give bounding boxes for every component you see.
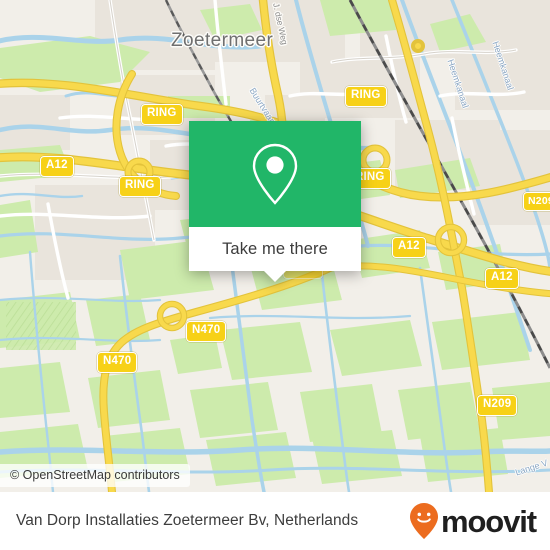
road-shield-ring: RING xyxy=(345,86,387,107)
moovit-logo[interactable]: moovit xyxy=(409,502,537,540)
moovit-smiley-pin-icon xyxy=(409,503,438,539)
map-attribution[interactable]: © OpenStreetMap contributors xyxy=(0,464,190,487)
take-me-there-label: Take me there xyxy=(222,239,328,258)
road-shield-n470: N470 xyxy=(186,321,227,342)
location-pin-icon xyxy=(252,143,298,205)
card-action-area[interactable]: Take me there xyxy=(189,227,361,282)
place-title: Van Dorp Installaties Zoetermeer Bv, Net… xyxy=(16,512,359,529)
card-pointer-tail xyxy=(264,271,286,282)
road-shield-n470: N470 xyxy=(97,352,138,373)
map-screenshot: Zoetermeer Heemkanaal Heemkanaal Buurtva… xyxy=(0,0,550,550)
road-shield-ring: RING xyxy=(119,176,161,197)
road-shield-n209: N209 xyxy=(523,192,550,211)
take-me-there-card[interactable]: Take me there xyxy=(189,121,361,282)
road-shield-a12: A12 xyxy=(392,237,426,258)
moovit-wordmark: moovit xyxy=(440,503,537,539)
road-shield-ring: RING xyxy=(141,104,183,125)
road-shield-a12: A12 xyxy=(40,156,74,177)
footer-bar: Van Dorp Installaties Zoetermeer Bv, Net… xyxy=(0,492,550,550)
road-shield-a12: A12 xyxy=(485,268,519,289)
card-image-area xyxy=(189,121,361,227)
map-canvas[interactable]: Zoetermeer Heemkanaal Heemkanaal Buurtva… xyxy=(0,0,550,492)
road-shield-n209: N209 xyxy=(477,395,518,416)
